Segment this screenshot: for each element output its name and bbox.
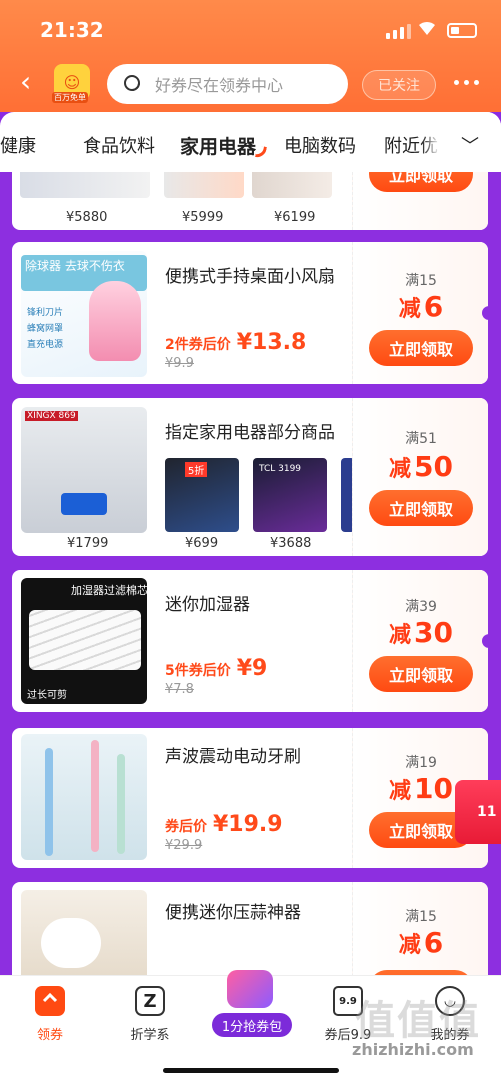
product-image (21, 734, 147, 860)
coupon-side: 满51 减 50 立即领取 (352, 398, 488, 556)
coupon-icon (35, 986, 65, 1016)
product-title: 声波震动电动牙刷 (165, 747, 301, 767)
product-image (21, 890, 147, 975)
discount: 减6 (398, 926, 444, 959)
tab-digital[interactable]: 电脑数码 (284, 132, 356, 158)
original-price: ¥7.8 (165, 682, 194, 697)
coupon-card[interactable]: 便携迷你压蒜神器 满15 减6 (12, 882, 488, 975)
threshold: 满15 (405, 273, 437, 289)
threshold: 满39 (405, 599, 437, 615)
more-icon[interactable] (454, 80, 479, 85)
claim-button[interactable]: 立即领取 (369, 172, 473, 192)
tab-food[interactable]: 食品饮料 (83, 132, 155, 158)
giftpack-label[interactable]: 1分抢券包 (212, 1013, 292, 1037)
product-title: 便携迷你压蒜神器 (165, 903, 301, 923)
z-icon: Z (135, 986, 165, 1016)
tab-health[interactable]: 康健康 (0, 132, 36, 158)
price-line: 2件券后价 ¥13.8 (165, 330, 307, 355)
price-value: ¥19.9 (213, 812, 283, 837)
product-thumb: 5折 (165, 458, 239, 532)
product-thumb (164, 172, 244, 198)
thumb-price: ¥3688 (270, 536, 312, 551)
price-line: 5件券后价 ¥9 (165, 656, 268, 681)
category-tabs: 康健康 食品饮料 家用电器 电脑数码 附近优 ﹀ (0, 112, 501, 172)
nav-giftpack[interactable] (210, 970, 290, 1008)
discount: 减6 (398, 290, 444, 323)
claim-button[interactable]: 立即领取 (369, 330, 473, 366)
coupon-side: 满15 减6 (352, 882, 488, 975)
product-title: 迷你加湿器 (165, 595, 250, 615)
status-bar: 21:32 (0, 0, 501, 56)
thumb-price: ¥5999 (182, 210, 224, 225)
gift-icon (227, 970, 273, 1008)
nav-coupon[interactable]: 领券 (10, 986, 90, 1043)
product-title: 指定家用电器部分商品 (165, 423, 335, 443)
original-price: ¥9.9 (165, 356, 194, 371)
floating-badge: 11 (477, 804, 497, 820)
coupon-card[interactable]: 声波震动电动牙刷 券后价 ¥19.9 ¥29.9 满19 减 10 立即领取 (12, 728, 488, 868)
coupon-card[interactable]: ¥5880 ¥5999 ¥6199 立即领取 (12, 172, 488, 230)
follow-button[interactable]: 已关注 (362, 70, 436, 100)
price-value: ¥13.8 (236, 330, 307, 355)
product-title: 便携式手持桌面小风扇 (165, 267, 335, 287)
coupon-list: ¥5880 ¥5999 ¥6199 立即领取 除球器 去球不伤衣 锋利刀片 蜂窝… (0, 172, 501, 975)
search-icon (124, 75, 140, 91)
tab-nearby[interactable]: 附近优 (384, 132, 438, 158)
wifi-icon (419, 21, 435, 35)
thumb-price: ¥699 (185, 536, 219, 551)
header-bar: 21:32 ‹ ☺ 百万免单 好券尽在领券中心 已关注 (0, 0, 501, 112)
thumb-price: ¥1799 (67, 536, 109, 551)
product-thumb: TCL 3199 (253, 458, 327, 532)
coupon-card[interactable]: 除球器 去球不伤衣 锋利刀片 蜂窝网罩 直充电源 便携式手持桌面小风扇 2件券后… (12, 242, 488, 384)
coupon-side: 满39 减 30 立即领取 (352, 570, 488, 712)
product-thumb (20, 172, 150, 198)
nav-label: 领券 (36, 1028, 63, 1043)
thumb-price: ¥5880 (66, 210, 108, 225)
nav-label: 折学系 (130, 1028, 170, 1043)
price-line: 券后价 ¥19.9 (165, 812, 283, 837)
image-caption: 除球器 去球不伤衣 (25, 259, 125, 273)
threshold: 满19 (405, 755, 437, 771)
floating-redpacket[interactable]: 11 (455, 780, 501, 844)
price-value: ¥9 (236, 656, 268, 681)
discount: 减 30 (389, 616, 453, 649)
home-indicator[interactable] (163, 1068, 339, 1073)
watermark-logo: 值值值 (355, 998, 481, 1044)
coupon-side: 立即领取 (352, 172, 488, 230)
coupon-card[interactable]: XINGX 869 指定家用电器部分商品 5折 TCL 3199 ¥1799 ¥… (12, 398, 488, 556)
tab-appliances[interactable]: 家用电器 (180, 132, 256, 159)
chevron-down-icon[interactable]: ﹀ (461, 132, 479, 158)
shop-badge: 百万免单 (52, 92, 88, 103)
threshold: 满51 (405, 431, 437, 447)
coupon-card[interactable]: 加湿器过滤棉芯 过长可剪 迷你加湿器 5件券后价 ¥9 ¥7.8 满39 减 30 … (12, 570, 488, 712)
signal-icon (386, 24, 411, 39)
status-time: 21:32 (40, 18, 104, 42)
thumb-price: ¥6199 (274, 210, 316, 225)
search-input[interactable]: 好券尽在领券中心 (107, 64, 348, 104)
back-icon[interactable]: ‹ (20, 68, 38, 96)
original-price: ¥29.9 (165, 838, 203, 853)
product-image: 除球器 去球不伤衣 锋利刀片 蜂窝网罩 直充电源 (21, 251, 147, 377)
product-image: 加湿器过滤棉芯 过长可剪 (21, 578, 147, 704)
threshold: 满15 (405, 909, 437, 925)
coupon-side: 满15 减6 立即领取 (352, 242, 488, 384)
discount: 减 50 (389, 450, 453, 483)
product-image: XINGX 869 (21, 407, 147, 533)
claim-button[interactable]: 立即领取 (369, 656, 473, 692)
product-thumb (252, 172, 332, 198)
search-placeholder: 好券尽在领券中心 (155, 76, 284, 95)
claim-button[interactable]: 立即领取 (369, 490, 473, 526)
nav-zxx[interactable]: Z 折学系 (110, 986, 190, 1043)
watermark-text: zhizhizhi.com (352, 1040, 474, 1059)
battery-icon (447, 23, 477, 38)
